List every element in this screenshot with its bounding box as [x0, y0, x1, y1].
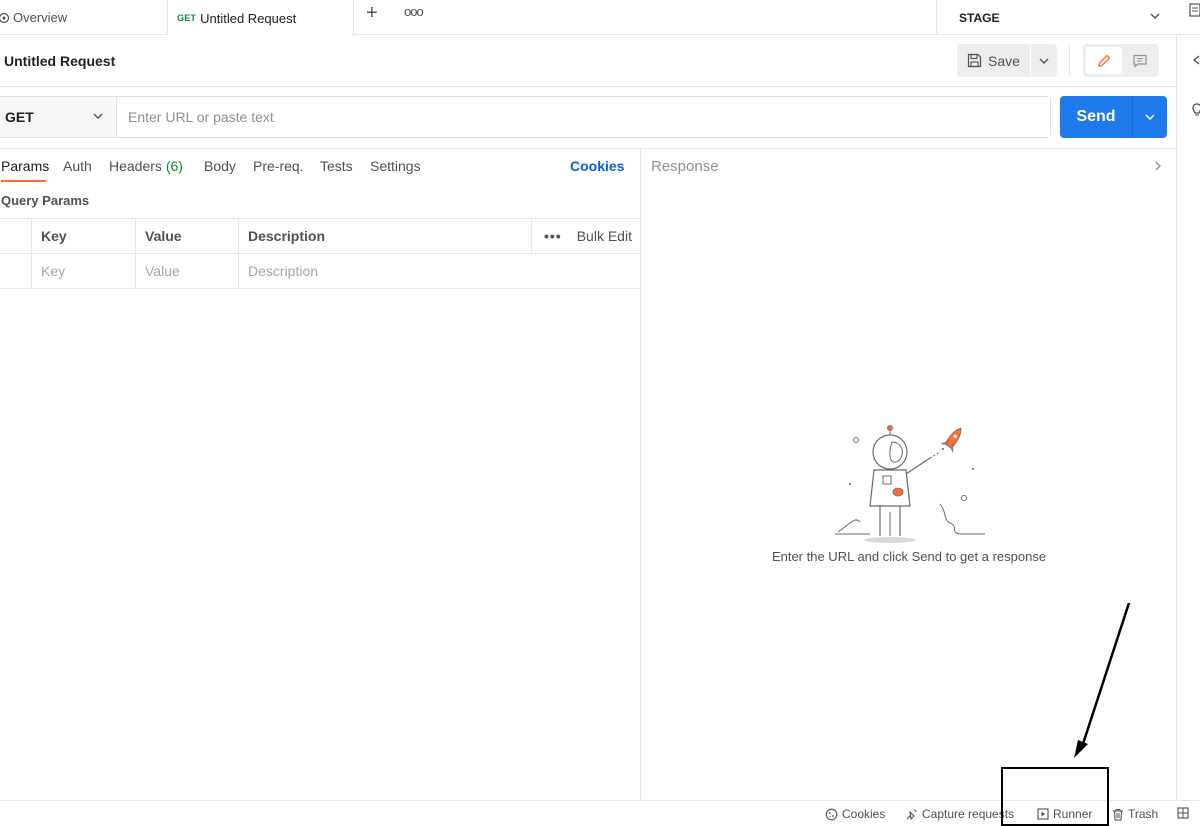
annotation-highlight-box	[1001, 767, 1109, 826]
value-input[interactable]: Value	[135, 254, 239, 288]
statusbar-layout-toggle[interactable]	[1177, 807, 1193, 819]
bulk-edit-cell: ••• Bulk Edit	[531, 219, 641, 253]
code-icon[interactable]	[1191, 53, 1200, 67]
tab-body[interactable]: Body	[204, 158, 236, 174]
tab-request-method: GET	[177, 13, 197, 23]
tab-params-label: Params	[1, 158, 50, 174]
chevron-down-icon	[1039, 58, 1049, 64]
tab-headers[interactable]: Headers (6)	[109, 158, 183, 174]
save-button[interactable]: Save	[957, 44, 1030, 77]
edit-mode-button[interactable]	[1086, 47, 1122, 74]
save-label: Save	[988, 52, 1020, 69]
statusbar-cookies[interactable]: Cookies	[825, 807, 885, 821]
tab-auth[interactable]: Auth	[63, 158, 92, 174]
more-options-button[interactable]: •••	[544, 228, 562, 244]
documentation-icon[interactable]	[1189, 3, 1200, 17]
tab-settings[interactable]: Settings	[370, 158, 421, 174]
chevron-down-icon	[93, 113, 103, 119]
tab-tests-label: Tests	[320, 158, 353, 174]
tab-pre-request[interactable]: Pre-req.	[253, 158, 304, 174]
request-header: Untitled Request Save	[0, 35, 1176, 87]
tab-request-label: Untitled Request	[200, 10, 297, 26]
cookies-link[interactable]: Cookies	[570, 158, 624, 174]
overview-icon	[0, 12, 10, 23]
method-select[interactable]: GET	[0, 97, 117, 137]
send-button[interactable]: Send	[1060, 96, 1132, 138]
astronaut-rocket-illustration	[835, 425, 985, 543]
request-title[interactable]: Untitled Request	[4, 53, 115, 69]
bulk-edit-button[interactable]: Bulk Edit	[577, 228, 632, 244]
send-options-button[interactable]	[1132, 96, 1167, 138]
more-tabs-button[interactable]: ooo	[404, 4, 424, 19]
chevron-right-icon[interactable]	[1152, 160, 1164, 172]
column-header-value: Value	[135, 219, 239, 253]
send-group: Send	[1060, 96, 1167, 138]
tab-untitled-request[interactable]: GET Untitled Request	[168, 0, 354, 36]
statusbar-trash[interactable]: Trash	[1112, 807, 1158, 821]
params-table: Key Value Description ••• Bulk Edit Key …	[0, 218, 641, 289]
response-empty-message: Enter the URL and click Send to get a re…	[771, 549, 1047, 564]
description-input[interactable]: Description	[238, 254, 532, 288]
mode-toggle	[1083, 44, 1159, 77]
lightbulb-icon[interactable]	[1191, 103, 1200, 117]
environment-select[interactable]: STAGE	[936, 0, 1176, 35]
cookie-icon	[825, 808, 838, 820]
chevron-down-icon	[1150, 13, 1160, 19]
tab-settings-label: Settings	[370, 158, 421, 174]
comment-icon	[1132, 54, 1147, 68]
layout-grid-icon	[1177, 807, 1189, 819]
pencil-icon	[1098, 54, 1111, 67]
column-header-key: Key	[31, 219, 136, 253]
tab-overview-label: Overview	[13, 10, 68, 25]
column-header-description: Description	[238, 219, 532, 253]
chevron-down-icon	[1145, 114, 1155, 121]
right-sidebar	[1176, 35, 1200, 800]
satellite-icon	[906, 809, 917, 820]
statusbar-capture-requests[interactable]: Capture requests	[905, 807, 1014, 821]
url-input[interactable]	[117, 97, 1050, 137]
save-options-button[interactable]	[1031, 44, 1057, 77]
tab-pre-request-label: Pre-req.	[253, 158, 304, 174]
tab-overview[interactable]: Overview	[0, 0, 168, 35]
tab-auth-label: Auth	[63, 158, 92, 174]
tab-tests[interactable]: Tests	[320, 158, 353, 174]
headers-count-badge: (6)	[165, 158, 183, 174]
table-header-row: Key Value Description ••• Bulk Edit	[0, 219, 641, 254]
tab-headers-label: Headers	[109, 158, 162, 174]
statusbar-cookies-label: Cookies	[842, 807, 886, 821]
table-row: Key Value Description	[0, 254, 641, 289]
annotation-arrow	[1074, 602, 1131, 758]
statusbar-trash-label: Trash	[1128, 807, 1159, 821]
environment-label: STAGE	[959, 10, 1000, 25]
key-input[interactable]: Key	[31, 254, 136, 288]
comments-mode-button[interactable]	[1123, 47, 1156, 74]
request-panel: Params Auth Headers (6) Body Pre-req. Te…	[0, 149, 641, 800]
active-tab-indicator	[1, 180, 46, 182]
new-tab-button[interactable]: +	[366, 3, 386, 23]
tab-body-label: Body	[204, 158, 236, 174]
row-checkbox[interactable]	[0, 254, 32, 288]
tab-bar: Overview GET Untitled Request + ooo STAG…	[0, 0, 1200, 36]
response-title: Response	[651, 158, 719, 175]
request-tabs: Params Auth Headers (6) Body Pre-req. Te…	[0, 149, 641, 183]
url-bar: GET	[0, 96, 1051, 138]
tab-params[interactable]: Params	[1, 158, 49, 174]
trash-icon	[1113, 808, 1123, 821]
save-group: Save	[957, 44, 1057, 77]
method-label: GET	[5, 109, 34, 125]
save-icon	[967, 53, 982, 68]
checkbox-column-header	[0, 219, 32, 253]
query-params-title: Query Params	[1, 193, 90, 208]
divider	[1069, 44, 1070, 77]
